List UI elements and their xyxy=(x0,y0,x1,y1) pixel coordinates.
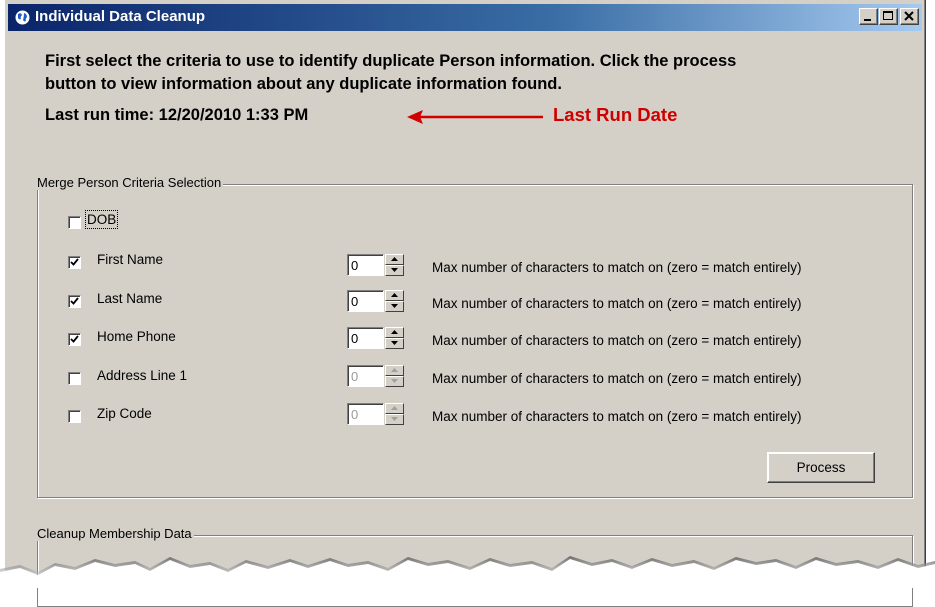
dob-checkbox[interactable] xyxy=(68,216,81,229)
minimize-button[interactable] xyxy=(859,8,878,25)
spin-down-icon xyxy=(391,341,398,345)
intro-line-1: First select the criteria to use to iden… xyxy=(45,52,737,70)
spin-up-icon xyxy=(391,257,398,261)
spin-down-icon xyxy=(391,379,398,383)
spin-down-icon xyxy=(391,304,398,308)
spin-up-button[interactable] xyxy=(385,327,404,338)
home-phone-checkbox[interactable] xyxy=(68,333,81,346)
maximize-button[interactable] xyxy=(879,8,898,25)
last-name-checkbox[interactable] xyxy=(68,295,81,308)
zip-code-label: Zip Code xyxy=(97,406,152,421)
globe-icon xyxy=(14,9,31,26)
zip-code-spinner xyxy=(385,403,404,425)
close-icon xyxy=(904,11,914,21)
last-name-length-input[interactable]: 0 xyxy=(347,290,384,312)
last-name-label: Last Name xyxy=(97,291,163,306)
spin-down-button[interactable] xyxy=(385,301,404,312)
first-name-note: Max number of characters to match on (ze… xyxy=(432,260,802,275)
home-phone-spinner xyxy=(385,327,404,349)
last-name-spinner xyxy=(385,290,404,312)
first-name-length-input[interactable]: 0 xyxy=(347,254,384,276)
dialog-window: Individual Data Cleanup First select the… xyxy=(4,0,926,607)
spin-down-button[interactable] xyxy=(385,338,404,349)
annotation-arrow-icon xyxy=(407,110,543,124)
spin-up-button[interactable] xyxy=(385,365,404,376)
spin-up-icon xyxy=(391,293,398,297)
title-bar[interactable]: Individual Data Cleanup xyxy=(8,4,922,31)
maximize-icon xyxy=(883,11,893,20)
first-name-label: First Name xyxy=(97,252,164,267)
zip-code-length-input[interactable]: 0 xyxy=(347,403,384,425)
zip-code-checkbox[interactable] xyxy=(68,410,81,423)
spin-up-button[interactable] xyxy=(385,403,404,414)
home-phone-label: Home Phone xyxy=(97,329,176,344)
dob-label: DOB xyxy=(84,210,119,229)
criteria-legend: Merge Person Criteria Selection xyxy=(35,175,224,190)
last-run-time: Last run time: 12/20/2010 1:33 PM xyxy=(45,106,309,124)
address-line-1-label: Address Line 1 xyxy=(97,368,188,383)
window-title: Individual Data Cleanup xyxy=(35,8,206,25)
checkmark-icon xyxy=(70,335,79,343)
address-line-1-length-input[interactable]: 0 xyxy=(347,365,384,387)
intro-line-2: button to view information about any dup… xyxy=(45,75,562,93)
home-phone-length-input[interactable]: 0 xyxy=(347,327,384,349)
checkmark-icon xyxy=(70,297,79,305)
spin-down-icon xyxy=(391,417,398,421)
annotation-label: Last Run Date xyxy=(553,104,678,125)
zip-code-note: Max number of characters to match on (ze… xyxy=(432,409,802,424)
checkmark-icon xyxy=(70,258,79,266)
address-line-1-checkbox[interactable] xyxy=(68,372,81,385)
last-name-note: Max number of characters to match on (ze… xyxy=(432,296,802,311)
spin-up-button[interactable] xyxy=(385,290,404,301)
spin-up-button[interactable] xyxy=(385,254,404,265)
spin-up-icon xyxy=(391,406,398,410)
home-phone-note: Max number of characters to match on (ze… xyxy=(432,333,802,348)
minimize-icon xyxy=(864,19,871,21)
screenshot-page: Individual Data Cleanup First select the… xyxy=(0,0,935,607)
spin-down-button[interactable] xyxy=(385,265,404,276)
process-button[interactable]: Process xyxy=(767,452,875,483)
first-name-spinner xyxy=(385,254,404,276)
address-line-1-spinner xyxy=(385,365,404,387)
torn-edge-decoration xyxy=(0,556,935,588)
close-button[interactable] xyxy=(900,8,919,25)
spin-up-icon xyxy=(391,368,398,372)
address-line-1-note: Max number of characters to match on (ze… xyxy=(432,371,802,386)
first-name-checkbox[interactable] xyxy=(68,256,81,269)
spin-down-button[interactable] xyxy=(385,376,404,387)
spin-up-icon xyxy=(391,330,398,334)
spin-down-icon xyxy=(391,268,398,272)
spin-down-button[interactable] xyxy=(385,414,404,425)
